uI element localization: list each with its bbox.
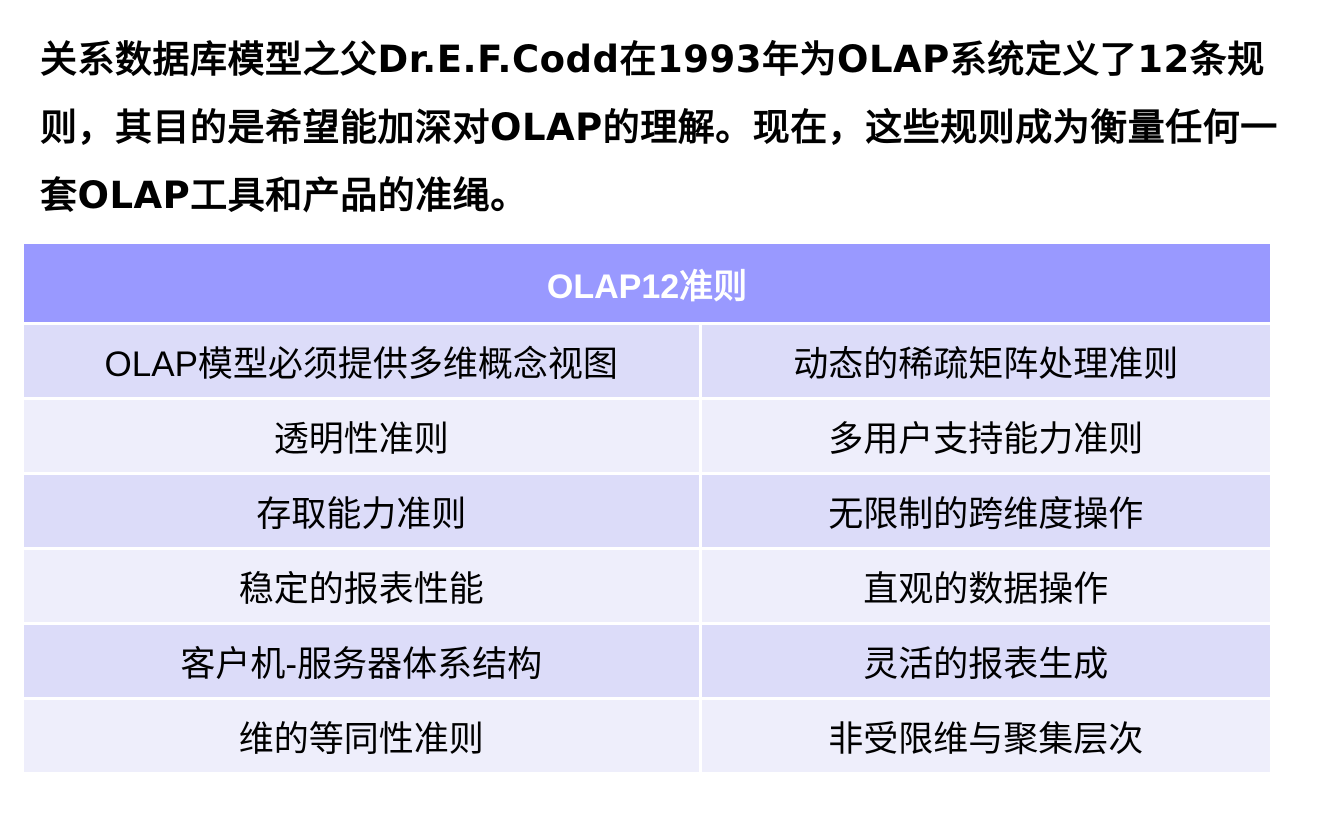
table-row: OLAP模型必须提供多维概念视图 动态的稀疏矩阵处理准则 [24,323,1271,400]
table-row: 维的等同性准则 非受限维与聚集层次 [24,698,1271,772]
table-row: 存取能力准则 无限制的跨维度操作 [24,473,1271,550]
intro-paragraph: 关系数据库模型之父Dr.E.F.Codd在1993年为OLAP系统定义了12条规… [40,38,1278,217]
rule-cell: 直观的数据操作 [698,548,1271,625]
rule-cell: 无限制的跨维度操作 [698,473,1271,550]
rule-cell: 存取能力准则 [24,473,702,550]
table-header-row: OLAP12准则 [24,244,1271,325]
table-row: 透明性准则 多用户支持能力准则 [24,398,1271,475]
rules-table-container: OLAP12准则 OLAP模型必须提供多维概念视图 动态的稀疏矩阵处理准则 透明… [24,244,1271,772]
rule-cell: 透明性准则 [24,398,702,475]
rule-cell: 稳定的报表性能 [24,548,702,625]
rule-cell: 灵活的报表生成 [698,623,1271,700]
rule-cell: 非受限维与聚集层次 [698,698,1271,772]
rule-cell: 客户机-服务器体系结构 [24,623,702,700]
rule-cell: OLAP模型必须提供多维概念视图 [24,323,702,400]
table-row: 客户机-服务器体系结构 灵活的报表生成 [24,623,1271,700]
rule-cell: 维的等同性准则 [24,698,702,772]
olap-rules-table: OLAP12准则 OLAP模型必须提供多维概念视图 动态的稀疏矩阵处理准则 透明… [24,244,1271,772]
rule-cell: 动态的稀疏矩阵处理准则 [698,323,1271,400]
table-row: 稳定的报表性能 直观的数据操作 [24,548,1271,625]
rule-cell: 多用户支持能力准则 [698,398,1271,475]
table-header: OLAP12准则 [24,244,1271,325]
